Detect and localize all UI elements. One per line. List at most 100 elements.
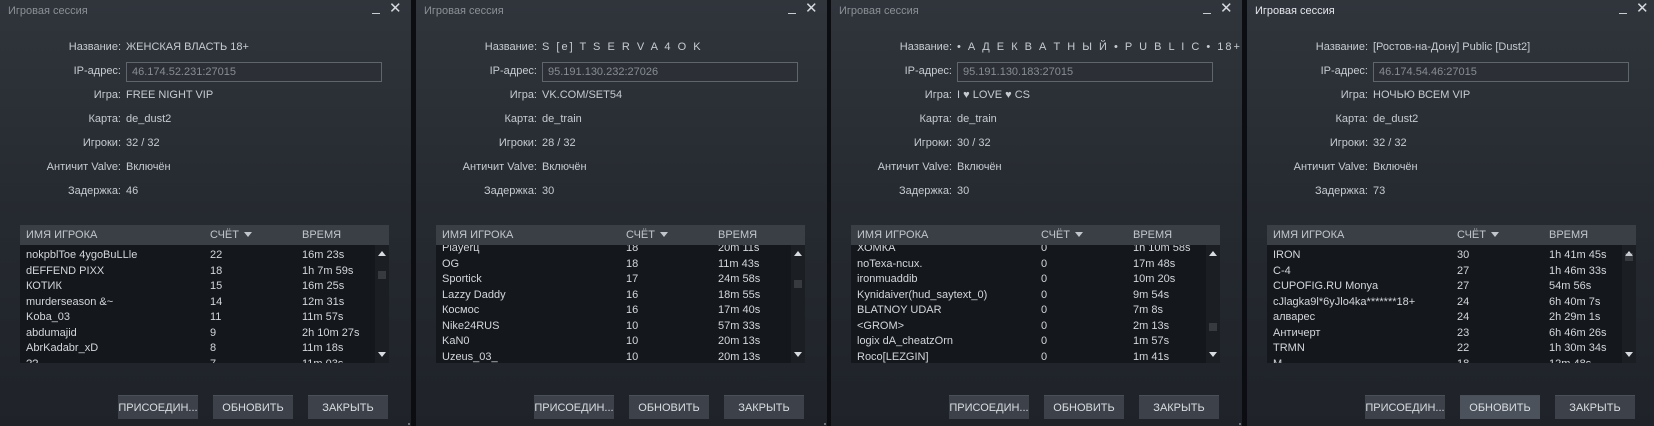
refresh-button[interactable]: ОБНОВИТЬ: [1044, 395, 1124, 419]
scrollbar-thumb[interactable]: [1209, 323, 1217, 331]
scroll-up-icon[interactable]: [1209, 251, 1217, 256]
minimize-icon[interactable]: [369, 2, 383, 16]
table-row[interactable]: Sportick 17 24m 58s: [436, 272, 789, 288]
table-row[interactable]: Koba_03 11 11m 57s: [20, 310, 373, 326]
scroll-down-icon[interactable]: [794, 352, 802, 357]
game-session-window-4: Игровая сессия ✕ Название: [Ростов-на-Дону]…: [1247, 0, 1654, 426]
title-bar[interactable]: Игровая сессия ✕: [0, 0, 411, 22]
ip-address-field[interactable]: [1373, 62, 1629, 82]
close-icon[interactable]: ✕: [1636, 1, 1649, 16]
table-row[interactable]: Античерт 23 6h 46m 26s: [1267, 326, 1620, 342]
resize-grip-icon[interactable]: [1239, 423, 1241, 425]
player-score: 18: [626, 245, 639, 254]
resize-grip-icon[interactable]: [824, 423, 826, 425]
table-row[interactable]: cJlagka9l*6yJlo4ka*******18+ 24 6h 40m 7s: [1267, 295, 1620, 311]
scrollbar-thumb[interactable]: [1625, 253, 1633, 261]
table-row[interactable]: КОТИК 15 16m 25s: [20, 279, 373, 295]
resize-grip-icon[interactable]: [408, 423, 410, 425]
scroll-down-icon[interactable]: [1625, 352, 1633, 357]
table-row[interactable]: BLATNOY UDAR 0 7m 8s: [851, 303, 1204, 319]
player-name: AbrKadabr_xD: [26, 342, 99, 354]
table-row[interactable]: алварес 24 2h 29m 1s: [1267, 310, 1620, 326]
player-time: 54m 56s: [1549, 280, 1592, 292]
join-button[interactable]: ПРИСОЕДИН...: [118, 395, 198, 419]
close-icon[interactable]: ✕: [389, 1, 402, 16]
join-button[interactable]: ПРИСОЕДИН...: [949, 395, 1029, 419]
column-score-label: СЧЁТ: [210, 229, 239, 241]
column-player-name[interactable]: ИМЯ ИГРОКА: [857, 229, 928, 241]
scroll-up-icon[interactable]: [378, 251, 386, 256]
scroll-down-icon[interactable]: [1209, 352, 1217, 357]
refresh-button[interactable]: ОБНОВИТЬ: [1460, 395, 1540, 419]
server-name-value: S [e] T S E R V A 4 O K: [542, 41, 703, 53]
minimize-icon[interactable]: [1616, 2, 1630, 16]
scrollbar[interactable]: [375, 245, 389, 363]
table-row[interactable]: nokpblToe 4ygoBuLLle 22 16m 23s: [20, 248, 373, 264]
scroll-down-icon[interactable]: [378, 352, 386, 357]
join-button[interactable]: ПРИСОЕДИН...: [534, 395, 614, 419]
table-row[interactable]: Roco[LEZGIN] 0 1m 41s: [851, 350, 1204, 364]
column-time[interactable]: ВРЕМЯ: [1549, 229, 1588, 241]
scrollbar-thumb[interactable]: [378, 271, 386, 279]
table-row[interactable]: murderseason &~ 14 12m 31s: [20, 295, 373, 311]
title-bar[interactable]: Игровая сессия ✕: [416, 0, 827, 22]
close-button[interactable]: ЗАКРЫТЬ: [724, 395, 804, 419]
refresh-button[interactable]: ОБНОВИТЬ: [629, 395, 709, 419]
table-row[interactable]: AbrKadabr_xD 8 11m 18s: [20, 341, 373, 357]
ip-address-field[interactable]: [126, 62, 382, 82]
table-row[interactable]: dEFFEND PIXX 18 1h 7m 59s: [20, 264, 373, 280]
title-bar[interactable]: Игровая сессия ✕: [1247, 0, 1654, 22]
column-time[interactable]: ВРЕМЯ: [718, 229, 757, 241]
join-button[interactable]: ПРИСОЕДИН...: [1365, 395, 1445, 419]
column-score[interactable]: СЧЁТ: [626, 229, 668, 241]
table-row[interactable]: logix dA_cheatzOrn 0 1m 57s: [851, 334, 1204, 350]
table-row[interactable]: C-4 27 1h 46m 33s: [1267, 264, 1620, 280]
scrollbar-thumb[interactable]: [794, 280, 802, 288]
ip-address-field[interactable]: [542, 62, 798, 82]
column-player-name[interactable]: ИМЯ ИГРОКА: [26, 229, 97, 241]
minimize-icon[interactable]: [785, 2, 799, 16]
column-player-name[interactable]: ИМЯ ИГРОКА: [1273, 229, 1344, 241]
scrollbar[interactable]: [791, 245, 805, 363]
column-time[interactable]: ВРЕМЯ: [302, 229, 341, 241]
table-row[interactable]: ХОМКА 0 1h 10m 58s: [851, 245, 1204, 257]
close-button[interactable]: ЗАКРЫТЬ: [1555, 395, 1635, 419]
scroll-up-icon[interactable]: [794, 251, 802, 256]
minimize-icon[interactable]: [1200, 2, 1214, 16]
player-time: 1h 46m 33s: [1549, 264, 1607, 277]
column-score[interactable]: СЧЁТ: [210, 229, 252, 241]
column-score[interactable]: СЧЁТ: [1457, 229, 1499, 241]
game-mode-label: Игра:: [1340, 89, 1368, 101]
table-row[interactable]: ironmuaddib 0 10m 20s: [851, 272, 1204, 288]
ip-address-field[interactable]: [957, 62, 1213, 82]
close-icon[interactable]: ✕: [805, 1, 818, 16]
player-time: 12m 48s: [1549, 358, 1619, 364]
refresh-button[interactable]: ОБНОВИТЬ: [213, 395, 293, 419]
column-time[interactable]: ВРЕМЯ: [1133, 229, 1172, 241]
table-row[interactable]: abdumajid 9 2h 10m 27s: [20, 326, 373, 342]
table-row[interactable]: CUPOFIG.RU Monya 27 54m 56s: [1267, 279, 1620, 295]
table-row[interactable]: Lazzy Daddy 16 18m 55s: [436, 288, 789, 304]
table-row[interactable]: OG 18 11m 43s: [436, 257, 789, 273]
scrollbar[interactable]: [1206, 245, 1220, 363]
table-row[interactable]: Playerц 18 20m 11s: [436, 245, 789, 257]
table-row[interactable]: noTexa-ncux. 0 17m 48s: [851, 257, 1204, 273]
close-button[interactable]: ЗАКРЫТЬ: [308, 395, 388, 419]
table-row[interactable]: Uzeus_03_ 10 20m 13s: [436, 350, 789, 364]
table-row[interactable]: Космос 16 17m 40s: [436, 303, 789, 319]
table-row[interactable]: <GROM> 0 2m 13s: [851, 319, 1204, 335]
table-row[interactable]: KaN0 10 20m 13s: [436, 334, 789, 350]
close-icon[interactable]: ✕: [1220, 1, 1233, 16]
table-row[interactable]: TRMN 22 1h 30m 34s: [1267, 341, 1620, 357]
close-button[interactable]: ЗАКРЫТЬ: [1139, 395, 1219, 419]
table-row[interactable]: Nike24RUS 10 57m 33s: [436, 319, 789, 335]
column-player-name[interactable]: ИМЯ ИГРОКА: [442, 229, 513, 241]
table-row[interactable]: IRON 30 1h 41m 45s: [1267, 248, 1620, 264]
table-row[interactable]: Kynidaiver(hud_saytext_0) 0 9m 54s: [851, 288, 1204, 304]
table-row[interactable]: M 18 12m 48s: [1267, 357, 1620, 364]
table-row[interactable]: ?? 7 11m 03s: [20, 357, 373, 364]
title-bar[interactable]: Игровая сессия ✕: [831, 0, 1242, 22]
column-score[interactable]: СЧЁТ: [1041, 229, 1083, 241]
player-score: 0: [1041, 288, 1048, 301]
scrollbar[interactable]: [1622, 245, 1636, 363]
